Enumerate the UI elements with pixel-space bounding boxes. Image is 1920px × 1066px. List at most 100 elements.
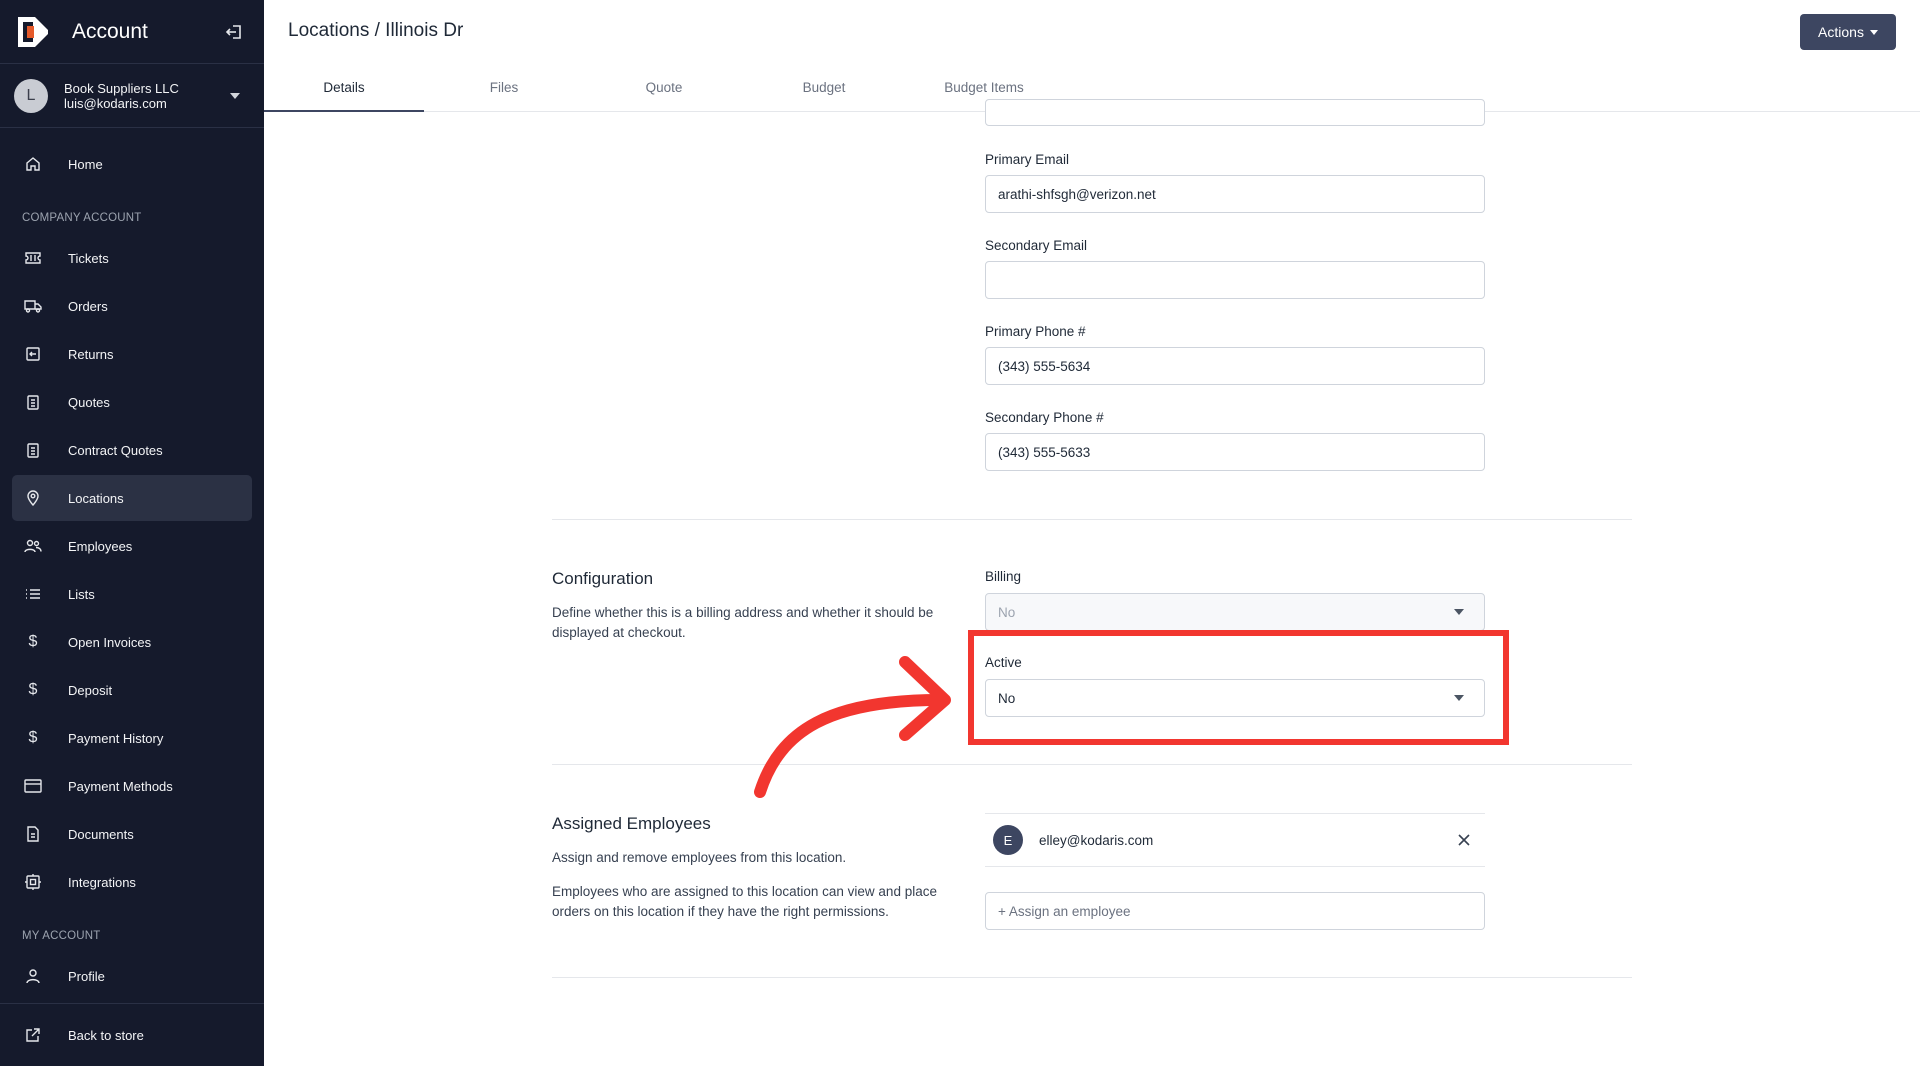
account-email: luis@kodaris.com xyxy=(64,95,167,111)
sidebar-item-home[interactable]: Home xyxy=(12,141,252,187)
previous-field-input[interactable] xyxy=(985,99,1485,126)
section-divider xyxy=(552,764,1632,765)
return-icon xyxy=(24,345,42,363)
secondary-phone-field[interactable]: (343) 555-5633 xyxy=(985,433,1485,471)
primary-phone-label: Primary Phone # xyxy=(985,324,1086,339)
company-account-section-label: COMPANY ACCOUNT xyxy=(22,212,142,224)
dollar-icon: $ xyxy=(28,729,38,746)
assigned-employees-note: Employees who are assigned to this locat… xyxy=(552,884,937,919)
credit-card-icon xyxy=(24,777,42,795)
sidebar-item-label: Deposit xyxy=(68,682,113,698)
kodaris-logo[interactable] xyxy=(18,16,48,47)
configuration-title: Configuration xyxy=(552,569,654,588)
sidebar-item-employees[interactable]: Employees xyxy=(12,523,252,569)
sidebar-item-orders[interactable]: Orders xyxy=(12,283,252,329)
sidebar-item-label: Open Invoices xyxy=(68,634,152,650)
secondary-email-field[interactable] xyxy=(985,261,1485,299)
users-icon xyxy=(24,537,42,555)
my-account-section-label: MY ACCOUNT xyxy=(22,930,101,942)
truck-icon xyxy=(24,297,42,315)
billing-select-value: No xyxy=(998,604,1016,620)
ticket-icon xyxy=(24,249,42,267)
employee-email: elley@kodaris.com xyxy=(1039,832,1154,848)
sidebar-item-deposit[interactable]: $ Deposit xyxy=(12,667,252,713)
secondary-phone-label: Secondary Phone # xyxy=(985,410,1104,425)
chevron-down-icon xyxy=(230,92,240,99)
sidebar-item-payment-methods[interactable]: Payment Methods xyxy=(12,763,252,809)
sidebar-item-label: Locations xyxy=(68,490,124,506)
sidebar: Account L Book Suppliers LLC luis@kodari… xyxy=(0,0,264,1066)
tab-quote[interactable]: Quote xyxy=(584,68,744,112)
map-pin-icon xyxy=(24,489,42,507)
tab-files[interactable]: Files xyxy=(424,68,584,112)
home-icon xyxy=(24,155,42,173)
sidebar-item-label: Back to store xyxy=(68,1027,144,1043)
sidebar-item-label: Orders xyxy=(68,298,108,314)
annotation-arrow-icon xyxy=(754,656,951,798)
sidebar-item-quotes[interactable]: Quotes xyxy=(12,379,252,425)
clipboard-icon xyxy=(24,393,42,411)
highlight-annotation-box xyxy=(968,630,1509,745)
external-link-icon xyxy=(24,1026,42,1044)
sidebar-title: Account xyxy=(72,19,148,43)
dollar-icon: $ xyxy=(28,681,38,698)
sidebar-header: Account xyxy=(0,0,264,64)
billing-label: Billing xyxy=(985,569,1022,584)
clipboard-icon xyxy=(24,441,42,459)
chevron-down-icon xyxy=(1454,609,1464,615)
list-icon xyxy=(24,585,42,603)
caret-down-icon xyxy=(1869,29,1878,35)
user-icon xyxy=(24,967,42,985)
sidebar-item-contract-quotes[interactable]: Contract Quotes xyxy=(12,427,252,473)
collapse-sidebar-icon[interactable] xyxy=(222,20,246,44)
configuration-description: Define whether this is a billing address… xyxy=(552,605,934,640)
remove-employee-icon[interactable] xyxy=(1453,829,1475,851)
actions-button-label: Actions xyxy=(1818,24,1864,40)
sidebar-item-label: Profile xyxy=(68,968,105,984)
main-content: Primary Email arathi-shfsgh@verizon.net … xyxy=(264,99,1920,1066)
employee-avatar: E xyxy=(993,825,1023,855)
sidebar-item-tickets[interactable]: Tickets xyxy=(12,235,252,281)
sidebar-item-label: Integrations xyxy=(68,874,136,890)
sidebar-item-label: Documents xyxy=(68,826,134,842)
sidebar-item-label: Quotes xyxy=(68,394,110,410)
integration-icon xyxy=(24,873,42,891)
sidebar-item-label: Contract Quotes xyxy=(68,442,163,458)
back-to-store-link[interactable]: Back to store xyxy=(12,1012,252,1058)
sidebar-item-label: Returns xyxy=(68,346,114,362)
page-title: Locations / Illinois Dr xyxy=(288,20,464,41)
dollar-icon: $ xyxy=(28,633,38,650)
sidebar-item-payment-history[interactable]: $ Payment History xyxy=(12,715,252,761)
sidebar-item-profile[interactable]: Profile xyxy=(12,953,252,999)
billing-select[interactable]: No xyxy=(985,593,1485,631)
document-icon xyxy=(24,825,42,843)
sidebar-item-lists[interactable]: Lists xyxy=(12,571,252,617)
secondary-email-label: Secondary Email xyxy=(985,238,1088,253)
sidebar-item-open-invoices[interactable]: $ Open Invoices xyxy=(12,619,252,665)
sidebar-item-label: Payment Methods xyxy=(68,778,173,794)
sidebar-item-label: Home xyxy=(68,156,103,172)
sidebar-item-integrations[interactable]: Integrations xyxy=(12,859,252,905)
account-name: Book Suppliers LLC xyxy=(64,80,179,96)
tab-details[interactable]: Details xyxy=(264,68,424,112)
sidebar-item-returns[interactable]: Returns xyxy=(12,331,252,377)
assigned-employees-description: Assign and remove employees from this lo… xyxy=(552,850,847,865)
primary-email-label: Primary Email xyxy=(985,152,1070,167)
section-divider xyxy=(552,519,1632,520)
sidebar-item-label: Lists xyxy=(68,586,95,602)
actions-button[interactable]: Actions xyxy=(1800,14,1896,50)
sidebar-item-locations[interactable]: Locations xyxy=(12,475,252,521)
sidebar-item-documents[interactable]: Documents xyxy=(12,811,252,857)
sidebar-item-label: Employees xyxy=(68,538,133,554)
primary-email-field[interactable]: arathi-shfsgh@verizon.net xyxy=(985,175,1485,213)
section-divider xyxy=(552,977,1632,978)
assigned-employees-title: Assigned Employees xyxy=(552,814,711,833)
avatar: L xyxy=(14,78,48,113)
assigned-employee-row: E elley@kodaris.com xyxy=(985,813,1485,867)
tab-budget[interactable]: Budget xyxy=(744,68,904,112)
sidebar-divider xyxy=(0,1003,264,1004)
primary-phone-field[interactable]: (343) 555-5634 xyxy=(985,347,1485,385)
account-switcher[interactable]: L Book Suppliers LLC luis@kodaris.com xyxy=(0,64,264,128)
sidebar-item-label: Tickets xyxy=(68,250,109,266)
assign-employee-input[interactable]: + Assign an employee xyxy=(985,892,1485,930)
